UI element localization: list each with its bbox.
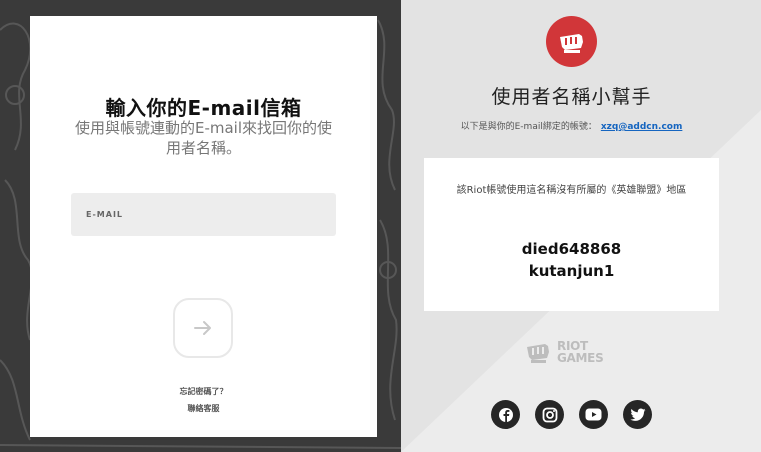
page-root: 輸入你的E-mail信箱 使用與帳號連動的E-mail來找回你的使用者名稱。 E…: [0, 0, 761, 452]
youtube-icon[interactable]: [579, 400, 608, 429]
riot-fist-icon: [546, 16, 597, 67]
instagram-icon[interactable]: [535, 400, 564, 429]
username-item: kutanjun1: [528, 262, 615, 280]
riot-games-logo: RIOT GAMES: [525, 337, 625, 367]
username-result-box: 該Riot帳號使用這名稱沒有所屬的《英雄聯盟》地區 died648868 kut…: [424, 158, 719, 311]
twitter-icon[interactable]: [623, 400, 652, 429]
contact-support-link[interactable]: 聯絡客服: [30, 403, 377, 414]
riot-fist-logo-icon: [527, 344, 549, 363]
riot-games-wordmark: RIOT GAMES: [557, 340, 604, 365]
bound-email-label: 以下是與你的E-mail綁定的帳號：: [460, 122, 597, 132]
region-note: 該Riot帳號使用這名稱沒有所屬的《英雄聯盟》地區: [456, 185, 687, 196]
card-subtitle: 使用與帳號連動的E-mail來找回你的使用者名稱。: [74, 119, 333, 157]
facebook-icon[interactable]: [491, 400, 520, 429]
bound-email-link[interactable]: xzq@addcn.com: [601, 122, 683, 132]
bound-email-line: 以下是與你的E-mail綁定的帳號： xzq@addcn.com: [401, 119, 742, 132]
helper-title: 使用者名稱小幫手: [491, 86, 652, 108]
wordmark-games: GAMES: [557, 351, 604, 365]
forgot-password-link[interactable]: 忘記密碼了？: [30, 386, 377, 397]
card-title: 輸入你的E-mail信箱: [105, 96, 302, 120]
recover-username-card: 輸入你的E-mail信箱 使用與帳號連動的E-mail來找回你的使用者名稱。 E…: [30, 16, 377, 437]
email-field[interactable]: E-MAIL: [71, 193, 336, 236]
username-item: died648868: [521, 240, 622, 258]
next-button[interactable]: [173, 298, 233, 358]
arrow-right-icon: [194, 321, 211, 335]
